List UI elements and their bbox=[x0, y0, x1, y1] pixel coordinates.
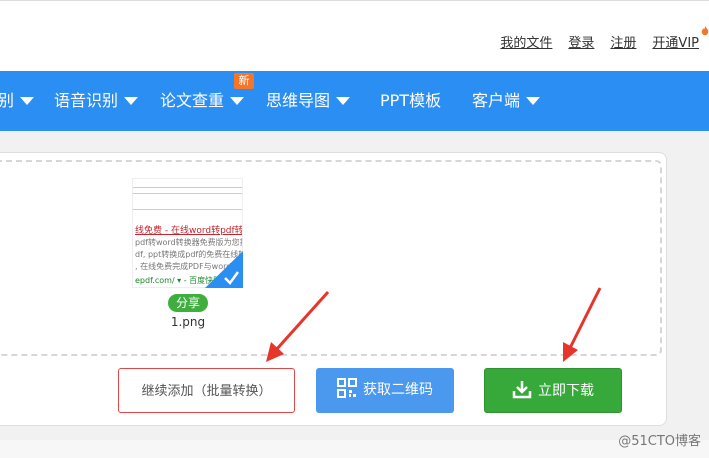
main-nav: 别 语音识别 论文查重新 思维导图 PPT模板 客户端 bbox=[0, 71, 709, 131]
open-vip-link[interactable]: 开通VIP bbox=[652, 26, 709, 51]
caret-down-icon bbox=[124, 96, 139, 105]
download-icon bbox=[512, 381, 532, 399]
file-name: 1.png bbox=[170, 315, 206, 329]
flame-icon bbox=[701, 26, 709, 36]
my-files-link[interactable]: 我的文件 bbox=[500, 32, 552, 51]
top-bar: 我的文件 登录 注册 开通VIP bbox=[0, 0, 709, 71]
get-qr-code-button[interactable]: 获取二维码 bbox=[316, 368, 454, 413]
thumb-divider bbox=[133, 193, 242, 194]
nav-item-label: 论文查重 bbox=[160, 91, 225, 110]
nav-item-ppt-templates[interactable]: PPT模板 bbox=[380, 71, 441, 131]
thumb-title: 线免费 - 在线word转pdf转换 bbox=[135, 226, 243, 236]
nav-item-plagiarism-check[interactable]: 论文查重新 bbox=[160, 71, 254, 131]
thumb-text-line: pdf转word转换器免费版为您提供 bbox=[135, 238, 242, 247]
thumb-divider bbox=[133, 187, 242, 188]
continue-add-button[interactable]: 继续添加（批量转换） bbox=[118, 368, 295, 413]
bottom-strip bbox=[0, 440, 709, 458]
download-now-label: 立即下载 bbox=[538, 383, 594, 399]
open-vip-label: 开通VIP bbox=[652, 36, 699, 51]
login-link[interactable]: 登录 bbox=[568, 32, 594, 51]
selected-check-icon bbox=[205, 251, 243, 288]
register-link[interactable]: 注册 bbox=[610, 32, 636, 51]
caret-down-icon bbox=[20, 96, 35, 105]
nav-item-label: PPT模板 bbox=[380, 91, 442, 110]
nav-item-label: 思维导图 bbox=[266, 91, 331, 110]
caret-down-icon bbox=[230, 96, 245, 105]
upload-dropzone[interactable] bbox=[0, 160, 662, 356]
thumb-divider bbox=[133, 209, 242, 210]
nav-item-mind-map[interactable]: 思维导图 bbox=[266, 71, 351, 131]
get-qr-code-label: 获取二维码 bbox=[363, 382, 433, 398]
caret-down-icon bbox=[336, 96, 351, 105]
nav-item-speech-recognition[interactable]: 语音识别 bbox=[54, 71, 139, 131]
continue-add-label: 继续添加（批量转换） bbox=[141, 384, 272, 399]
nav-item-label: 语音识别 bbox=[54, 91, 119, 110]
nav-item-conversion[interactable]: 别 bbox=[0, 71, 35, 131]
nav-item-label: 别 bbox=[0, 91, 15, 110]
new-badge: 新 bbox=[234, 73, 254, 89]
top-links: 我的文件 登录 注册 开通VIP bbox=[500, 26, 709, 51]
download-now-button[interactable]: 立即下载 bbox=[484, 368, 622, 413]
nav-item-client[interactable]: 客户端 bbox=[472, 71, 541, 131]
qr-code-icon bbox=[337, 378, 357, 398]
share-button[interactable]: 分享 bbox=[168, 294, 208, 312]
watermark-text: @51CTO博客 bbox=[618, 434, 701, 449]
nav-item-label: 客户端 bbox=[472, 91, 521, 110]
caret-down-icon bbox=[526, 96, 541, 105]
